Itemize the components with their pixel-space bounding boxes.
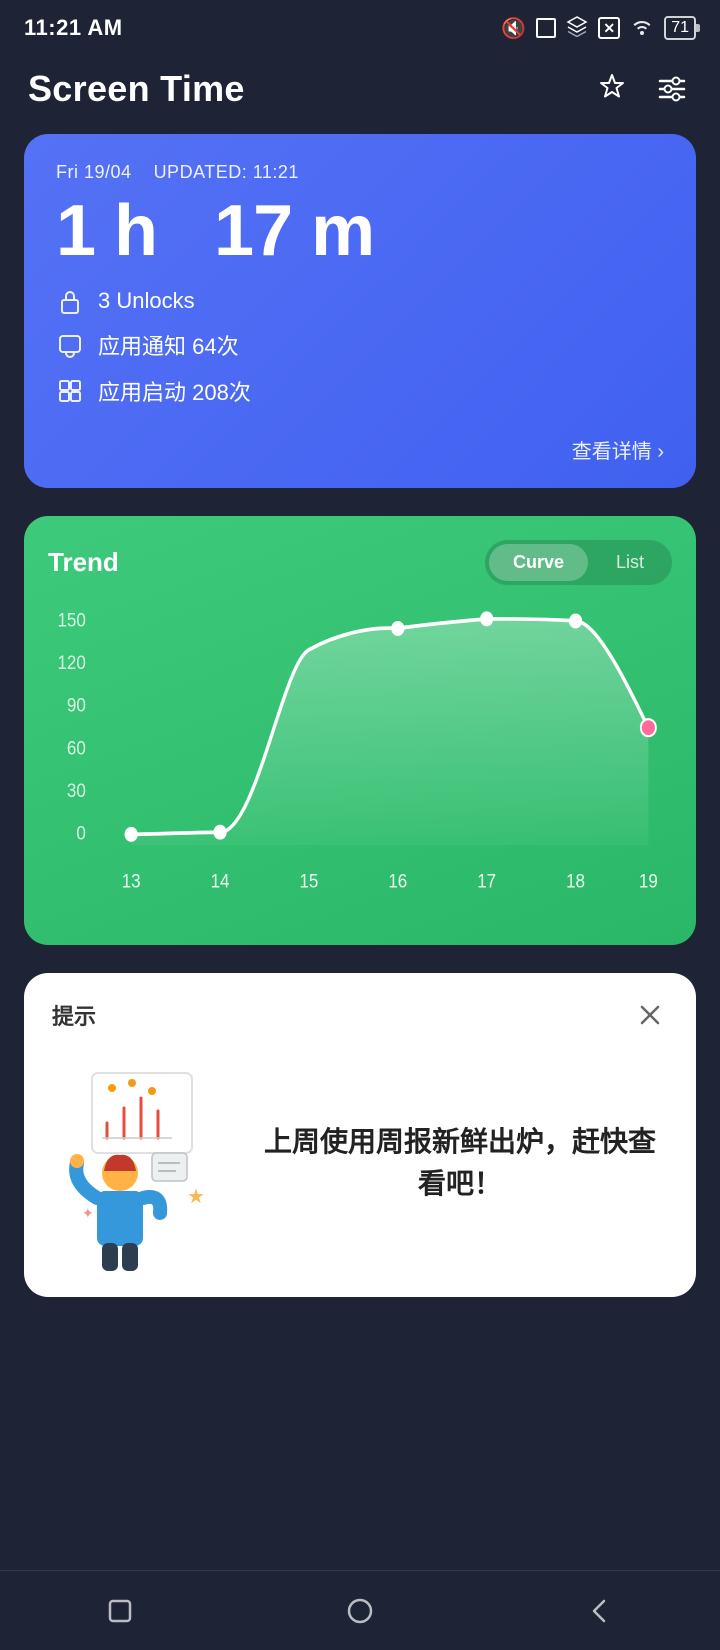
wifi-icon	[630, 17, 654, 40]
settings-button[interactable]	[652, 69, 692, 109]
tip-message: 上周使用周报新鲜出炉，赶快查看吧！	[252, 1121, 668, 1205]
svg-text:0: 0	[76, 823, 85, 844]
detail-link[interactable]: 查看详情 ›	[56, 427, 664, 464]
settings-icon	[654, 71, 690, 107]
grid-icon	[56, 377, 84, 405]
illustration-svg: ★ ✦	[52, 1053, 232, 1273]
layers-icon	[566, 15, 588, 42]
trend-title: Trend	[48, 547, 119, 578]
main-content: Fri 19/04 UPDATED: 11:21 1 h 17 m 3 Unlo…	[0, 134, 720, 1425]
svg-text:90: 90	[67, 695, 86, 716]
nav-spacer	[24, 1325, 696, 1425]
star-icon	[594, 71, 630, 107]
data-point-13	[125, 827, 138, 842]
header-actions	[592, 69, 692, 109]
stats-unlocks: 3 Unlocks	[56, 287, 664, 315]
svg-text:150: 150	[57, 609, 85, 630]
lock-icon	[56, 287, 84, 315]
trend-chart: 150 120 90 60 30 0 13 14 15 16 17 18 19	[48, 605, 672, 925]
svg-text:✦: ✦	[82, 1205, 94, 1221]
data-point-14	[213, 825, 226, 840]
chart-svg: 150 120 90 60 30 0 13 14 15 16 17 18 19	[48, 605, 672, 925]
bottom-nav	[0, 1570, 720, 1650]
recent-apps-button[interactable]	[98, 1589, 142, 1633]
status-icons: 🔇 ✕ 71	[501, 15, 696, 42]
page-title: Screen Time	[28, 68, 245, 110]
data-point-18	[569, 614, 582, 629]
data-point-16	[391, 621, 404, 636]
svg-text:30: 30	[67, 780, 86, 801]
data-point-19	[641, 719, 656, 736]
status-time: 11:21 AM	[24, 15, 123, 41]
stats-card: Fri 19/04 UPDATED: 11:21 1 h 17 m 3 Unlo…	[24, 134, 696, 488]
trend-card: Trend Curve List 150 120 90 60 30 0 13 1…	[24, 516, 696, 945]
stats-notifications: 应用通知 64次	[56, 329, 664, 361]
notification-bell-icon	[56, 331, 84, 359]
view-toggle: Curve List	[485, 540, 672, 585]
tip-title: 提示	[52, 999, 96, 1031]
star-button[interactable]	[592, 69, 632, 109]
mute-icon: 🔇	[501, 16, 526, 41]
sim-icon	[536, 18, 556, 38]
close-icon	[636, 1001, 664, 1029]
svg-text:120: 120	[57, 652, 85, 673]
status-bar: 11:21 AM 🔇 ✕ 71	[0, 0, 720, 52]
stats-date: Fri 19/04 UPDATED: 11:21	[56, 162, 664, 183]
data-point-17	[480, 611, 493, 626]
tip-illustration: ★ ✦	[52, 1053, 232, 1273]
back-icon	[582, 1593, 618, 1629]
circle-icon	[342, 1593, 378, 1629]
svg-text:17: 17	[477, 871, 496, 892]
tip-card: 提示	[24, 973, 696, 1297]
svg-text:★: ★	[187, 1186, 205, 1208]
stats-time: 1 h 17 m	[56, 195, 664, 267]
svg-text:15: 15	[299, 871, 318, 892]
close-button[interactable]	[632, 997, 668, 1033]
svg-text:19: 19	[639, 871, 658, 892]
curve-tab[interactable]: Curve	[489, 544, 588, 581]
stats-launches: 应用启动 208次	[56, 375, 664, 407]
back-button[interactable]	[578, 1589, 622, 1633]
svg-text:16: 16	[388, 871, 407, 892]
battery-icon: 71	[664, 16, 696, 40]
square-icon	[102, 1593, 138, 1629]
trend-header: Trend Curve List	[48, 540, 672, 585]
svg-text:13: 13	[122, 871, 141, 892]
tip-header: 提示	[52, 997, 668, 1033]
home-button[interactable]	[338, 1589, 382, 1633]
svg-text:18: 18	[566, 871, 585, 892]
app-header: Screen Time	[0, 52, 720, 134]
stats-list: 3 Unlocks 应用通知 64次	[56, 287, 664, 407]
list-tab[interactable]: List	[592, 544, 668, 581]
notification-icon: ✕	[598, 17, 620, 39]
svg-text:60: 60	[67, 737, 86, 758]
svg-text:14: 14	[211, 871, 230, 892]
tip-content: ★ ✦ 上周使用周报新鲜出炉，赶快查看吧！	[52, 1053, 668, 1273]
